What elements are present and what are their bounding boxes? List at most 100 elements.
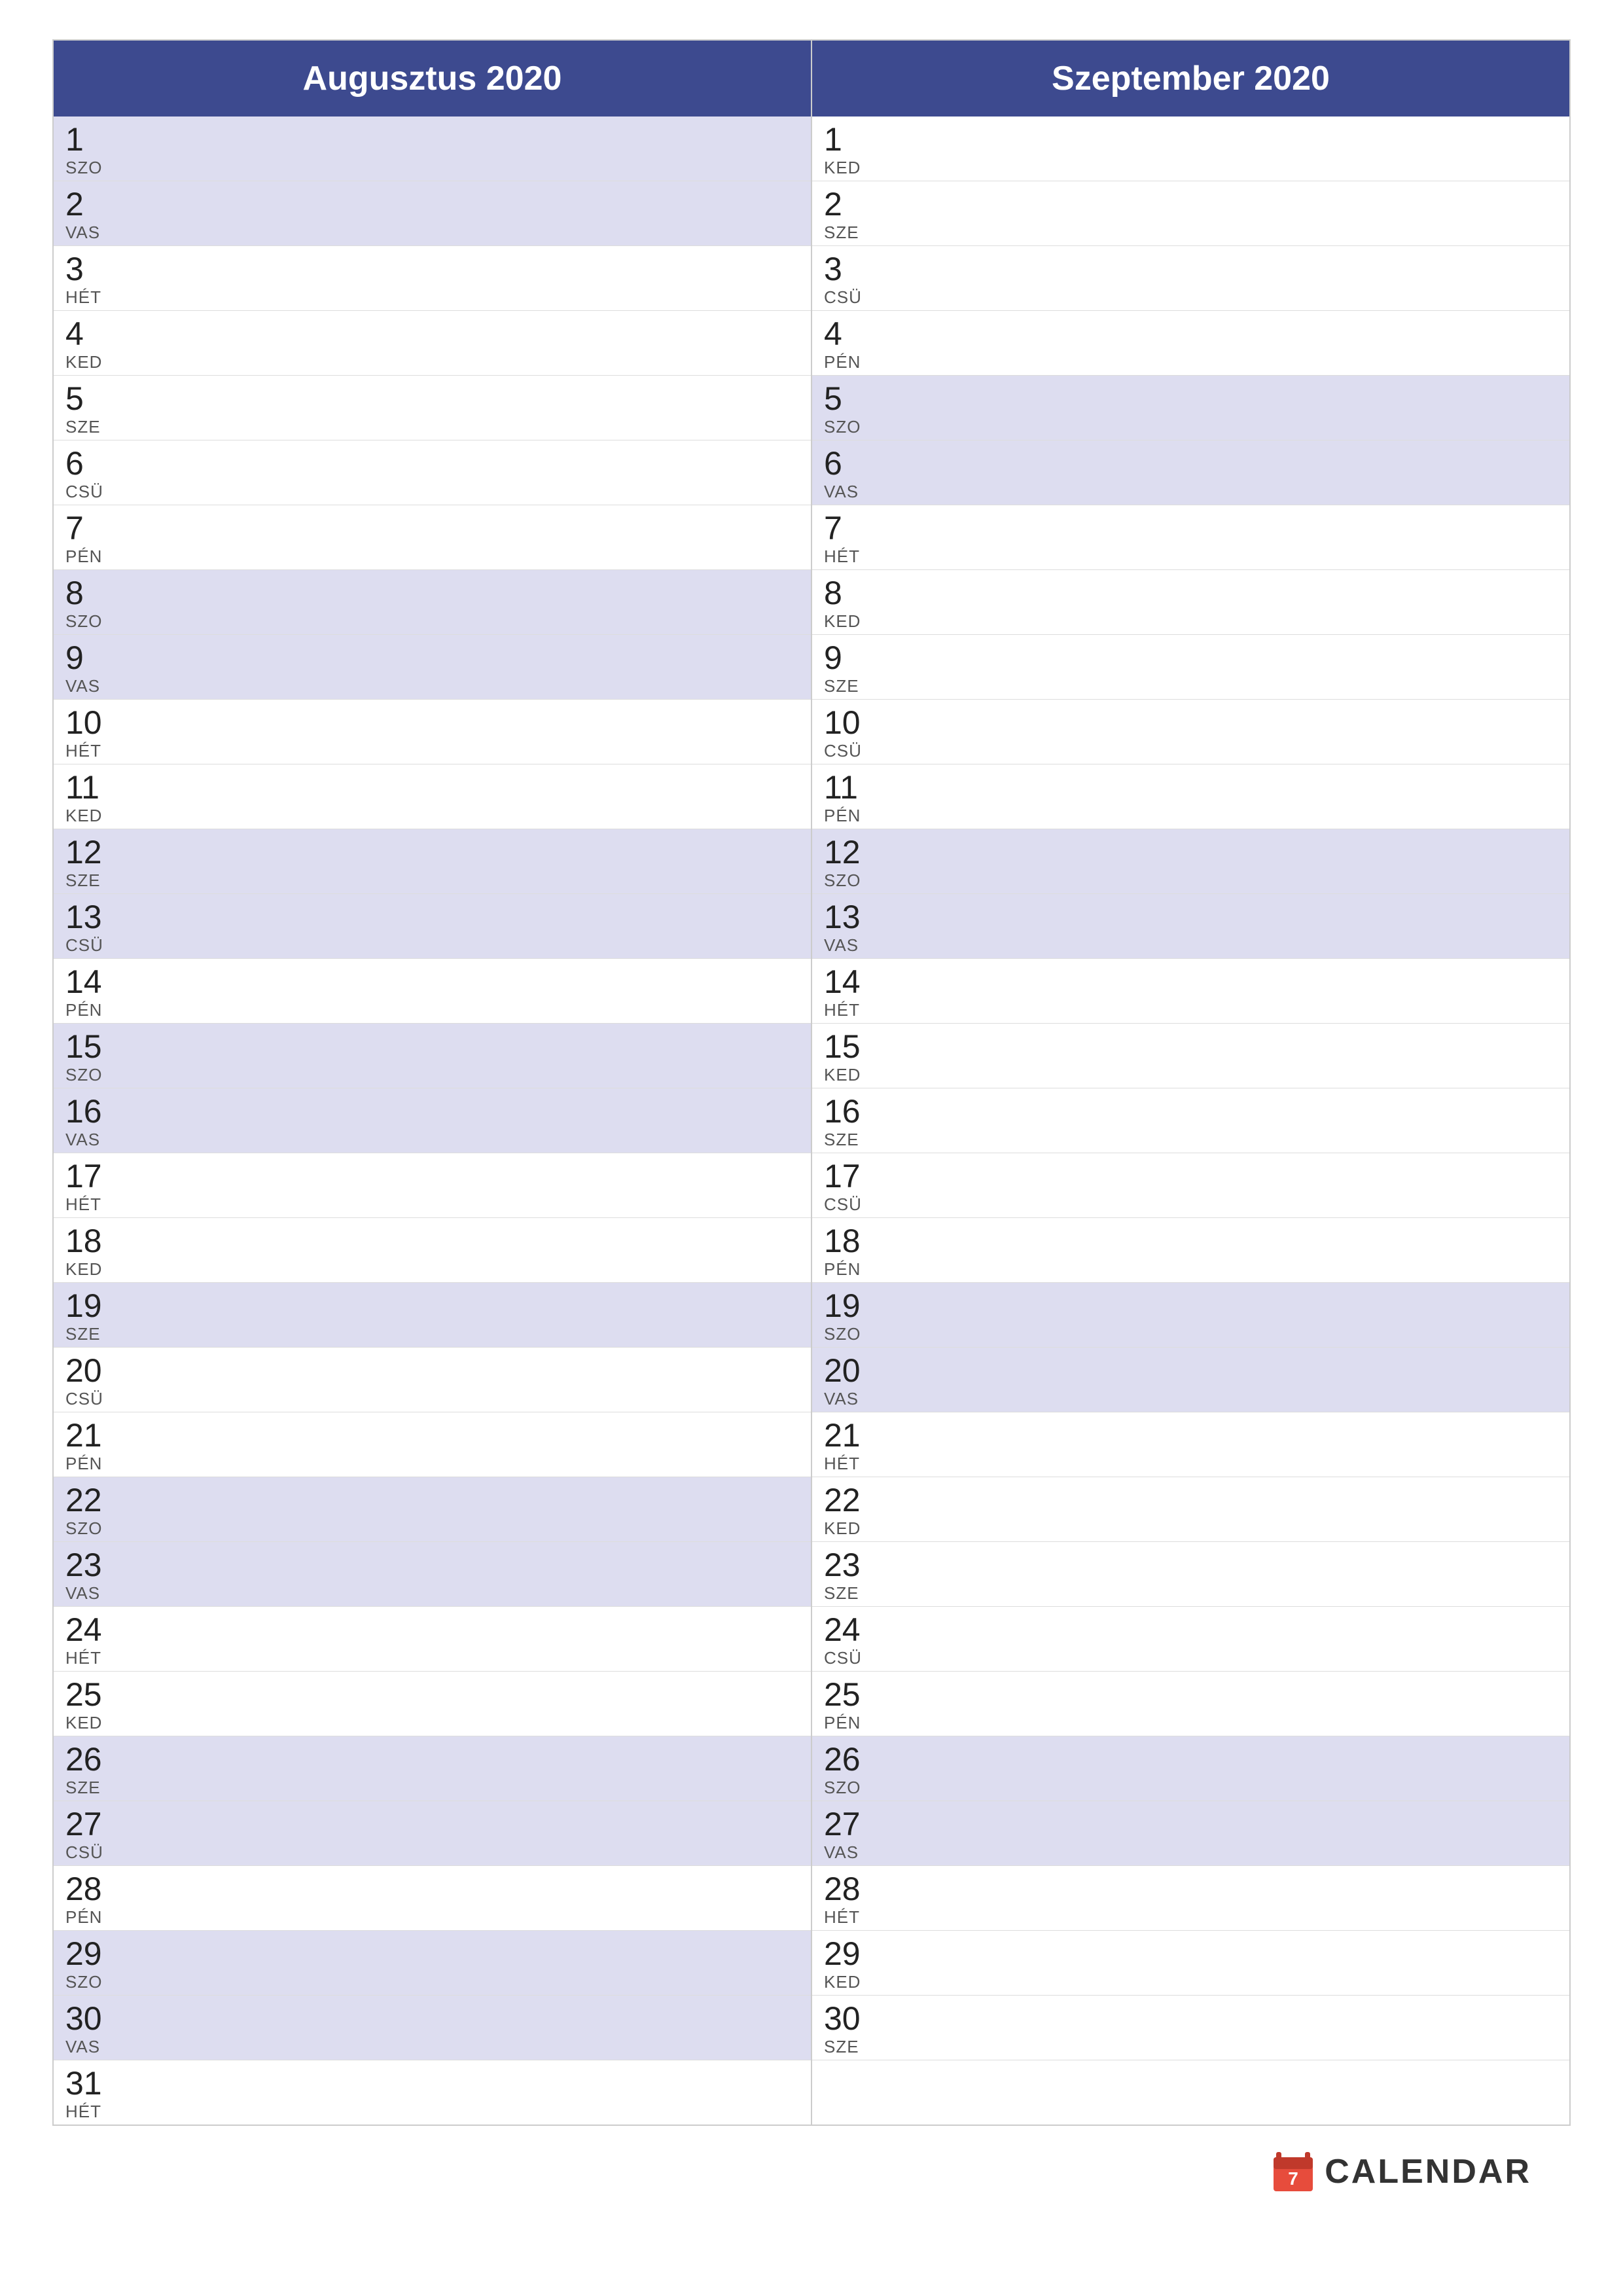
- day-number-area: 5 SZO: [812, 376, 891, 440]
- day-number-area: 16 SZE: [812, 1088, 891, 1153]
- day-number-area: 8 KED: [812, 570, 891, 634]
- day-abbreviation: KED: [824, 1065, 879, 1085]
- day-number-area: 30 VAS: [54, 1996, 132, 2060]
- august-day-row: 18 KED: [54, 1218, 811, 1283]
- day-content: [132, 181, 811, 245]
- day-abbreviation: VAS: [65, 223, 120, 243]
- september-day-row: 16 SZE: [812, 1088, 1569, 1153]
- day-number: 10: [65, 705, 120, 741]
- day-number: 25: [65, 1677, 120, 1713]
- day-abbreviation: KED: [65, 352, 120, 372]
- day-number: 3: [65, 251, 120, 287]
- day-content: [891, 764, 1569, 829]
- day-abbreviation: HÉT: [65, 2102, 120, 2122]
- day-number: 29: [65, 1936, 120, 1972]
- day-content: [132, 1348, 811, 1412]
- day-content: [132, 570, 811, 634]
- day-number-area: 1 SZO: [54, 117, 132, 181]
- day-number-area: 28 PÉN: [54, 1866, 132, 1930]
- day-abbreviation: CSÜ: [65, 935, 120, 956]
- day-number: 13: [65, 899, 120, 935]
- day-number: 28: [65, 1871, 120, 1907]
- august-day-row: 27 CSÜ: [54, 1801, 811, 1866]
- august-day-row: 23 VAS: [54, 1542, 811, 1607]
- day-number: 7: [65, 511, 120, 547]
- svg-text:7: 7: [1288, 2168, 1298, 2189]
- day-number: 2: [824, 187, 879, 223]
- day-content: [132, 311, 811, 375]
- august-day-row: 5 SZE: [54, 376, 811, 440]
- day-number: 19: [824, 1288, 879, 1324]
- august-header: Augusztus 2020: [54, 41, 812, 117]
- calendar-logo-text: CALENDAR: [1325, 2152, 1531, 2191]
- day-content: [891, 1607, 1569, 1671]
- august-day-row: 29 SZO: [54, 1931, 811, 1996]
- august-day-row: 7 PÉN: [54, 505, 811, 570]
- day-number-area: 21 HÉT: [812, 1412, 891, 1477]
- day-abbreviation: PÉN: [824, 352, 879, 372]
- august-day-row: 9 VAS: [54, 635, 811, 700]
- day-number-area: 21 PÉN: [54, 1412, 132, 1477]
- september-day-row: 25 PÉN: [812, 1672, 1569, 1736]
- august-day-row: 30 VAS: [54, 1996, 811, 2060]
- day-abbreviation: SZO: [65, 1065, 120, 1085]
- august-day-row: 15 SZO: [54, 1024, 811, 1088]
- august-day-row: 4 KED: [54, 311, 811, 376]
- september-column: 1 KED 2 SZE 3 CSÜ 4 PÉN 5: [812, 117, 1569, 2125]
- day-number: 30: [65, 2001, 120, 2037]
- day-number: 7: [824, 511, 879, 547]
- day-number-area: 15 KED: [812, 1024, 891, 1088]
- day-content: [132, 700, 811, 764]
- day-number: 4: [824, 316, 879, 352]
- day-number-area: 29 SZO: [54, 1931, 132, 1995]
- day-abbreviation: CSÜ: [824, 741, 879, 761]
- day-number-area: 18 PÉN: [812, 1218, 891, 1282]
- day-number: 24: [824, 1612, 879, 1648]
- day-number: 11: [824, 770, 879, 806]
- day-number-area: 4 KED: [54, 311, 132, 375]
- day-abbreviation: SZO: [824, 1778, 879, 1798]
- august-title: Augusztus 2020: [303, 60, 562, 98]
- september-day-row: 18 PÉN: [812, 1218, 1569, 1283]
- day-abbreviation: PÉN: [824, 1713, 879, 1733]
- day-abbreviation: HÉT: [65, 741, 120, 761]
- day-number: 10: [824, 705, 879, 741]
- day-content: [891, 1801, 1569, 1865]
- day-number: 18: [824, 1223, 879, 1259]
- day-number-area: 9 VAS: [54, 635, 132, 699]
- day-number-area: 27 CSÜ: [54, 1801, 132, 1865]
- day-abbreviation: KED: [65, 1713, 120, 1733]
- day-number-area: 7 HÉT: [812, 505, 891, 569]
- day-content: [891, 440, 1569, 505]
- day-number: 19: [65, 1288, 120, 1324]
- august-day-row: 26 SZE: [54, 1736, 811, 1801]
- day-number-area: 24 CSÜ: [812, 1607, 891, 1671]
- day-abbreviation: KED: [65, 806, 120, 826]
- september-day-row: 24 CSÜ: [812, 1607, 1569, 1672]
- september-day-row: 14 HÉT: [812, 959, 1569, 1024]
- day-abbreviation: PÉN: [65, 1454, 120, 1474]
- day-number-area: 26 SZE: [54, 1736, 132, 1801]
- day-number-area: 3 HÉT: [54, 246, 132, 310]
- day-number: 23: [65, 1547, 120, 1583]
- day-number: 22: [824, 1482, 879, 1518]
- day-number-area: 26 SZO: [812, 1736, 891, 1801]
- day-abbreviation: VAS: [824, 482, 879, 502]
- september-empty-row: [812, 2060, 1569, 2118]
- day-abbreviation: HÉT: [824, 1000, 879, 1020]
- day-number: 27: [65, 1806, 120, 1842]
- day-content: [891, 1931, 1569, 1995]
- day-number-area: 10 CSÜ: [812, 700, 891, 764]
- calendar-container: Augusztus 2020 Szeptember 2020 1 SZO 2 V…: [52, 39, 1571, 2126]
- day-content: [132, 829, 811, 893]
- day-abbreviation: SZO: [65, 158, 120, 178]
- day-content: [132, 1024, 811, 1088]
- day-number-area: 22 SZO: [54, 1477, 132, 1541]
- day-abbreviation: VAS: [824, 1842, 879, 1863]
- day-content: [132, 959, 811, 1023]
- day-content: [891, 1866, 1569, 1930]
- day-content: [132, 2060, 811, 2125]
- august-day-row: 20 CSÜ: [54, 1348, 811, 1412]
- header-row: Augusztus 2020 Szeptember 2020: [54, 41, 1569, 117]
- day-number: 2: [65, 187, 120, 223]
